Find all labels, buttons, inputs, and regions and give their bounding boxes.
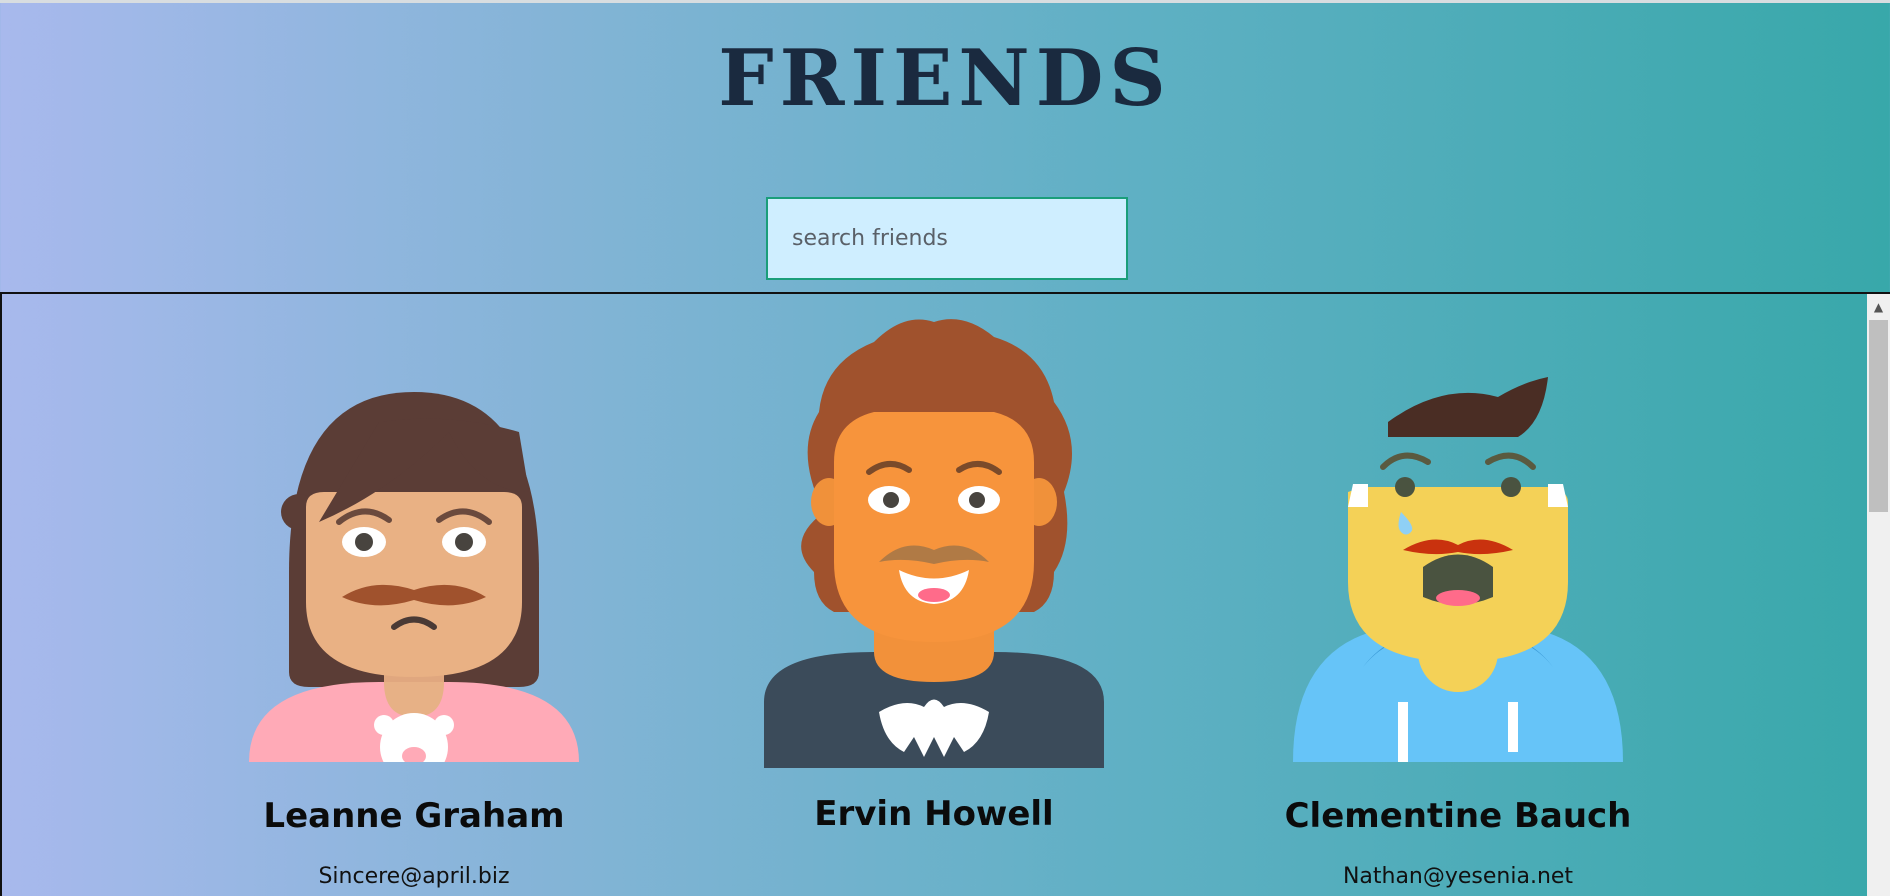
avatar-woman-icon: [249, 392, 579, 762]
friend-card[interactable]: Leanne Graham Sincere@april.biz: [204, 342, 624, 889]
scrollbar-thumb[interactable]: [1869, 320, 1888, 512]
friend-name: Ervin Howell: [814, 794, 1054, 834]
friend-card[interactable]: Ervin Howell: [724, 312, 1144, 862]
page-title: FRIENDS: [718, 33, 1172, 124]
friend-name: Clementine Bauch: [1284, 796, 1632, 836]
friend-email: Sincere@april.biz: [318, 864, 510, 889]
search-input[interactable]: [766, 197, 1128, 280]
friend-card[interactable]: Clementine Bauch Nathan@yesenia.net: [1248, 342, 1668, 889]
avatar-man-icon: [764, 319, 1104, 768]
scroll-up-arrow-icon[interactable]: ▲: [1867, 294, 1890, 320]
friends-list[interactable]: Leanne Graham Sincere@april.biz Ervin Ho…: [0, 292, 1890, 896]
avatar-man-crying-icon: [1293, 377, 1623, 762]
vertical-scrollbar[interactable]: ▲: [1867, 294, 1890, 896]
friend-name: Leanne Graham: [263, 796, 565, 836]
friend-email: Nathan@yesenia.net: [1342, 864, 1574, 889]
